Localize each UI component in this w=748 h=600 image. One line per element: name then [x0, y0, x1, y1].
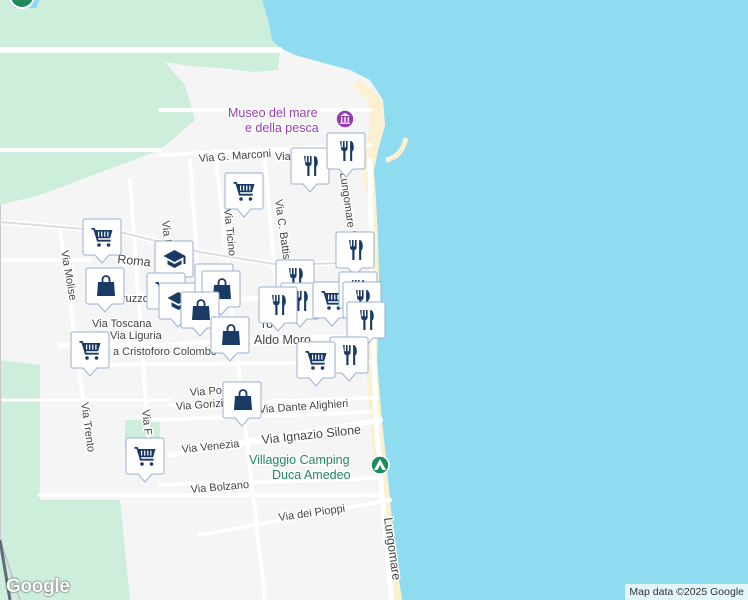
map-attribution[interactable]: Map data ©2025 Google	[625, 584, 748, 600]
museum-label-line2: e della pesca	[245, 121, 319, 135]
label-via-marconi-cont: Via	[275, 151, 292, 163]
google-logo: Google	[6, 576, 70, 597]
park-area-southwest	[0, 360, 40, 600]
label-via-toscana: Via Toscana	[92, 318, 152, 330]
museum-label-line1: Museo del mare	[228, 106, 318, 120]
campground-icon	[370, 455, 390, 475]
label-via-liguria: Via Liguria	[110, 330, 163, 342]
label-via-abruzzo: ruzzo	[122, 293, 149, 305]
camping-label-line1: Villaggio Camping	[249, 453, 350, 467]
label-via-colombo: a Cristoforo Colombo	[113, 346, 217, 358]
museum-icon	[335, 109, 355, 129]
camping-label-line2: Duca Amedeo	[272, 468, 351, 482]
map-canvas[interactable]: Via G. Marconi Via Roma ruzzo Via Toscan…	[0, 0, 748, 600]
